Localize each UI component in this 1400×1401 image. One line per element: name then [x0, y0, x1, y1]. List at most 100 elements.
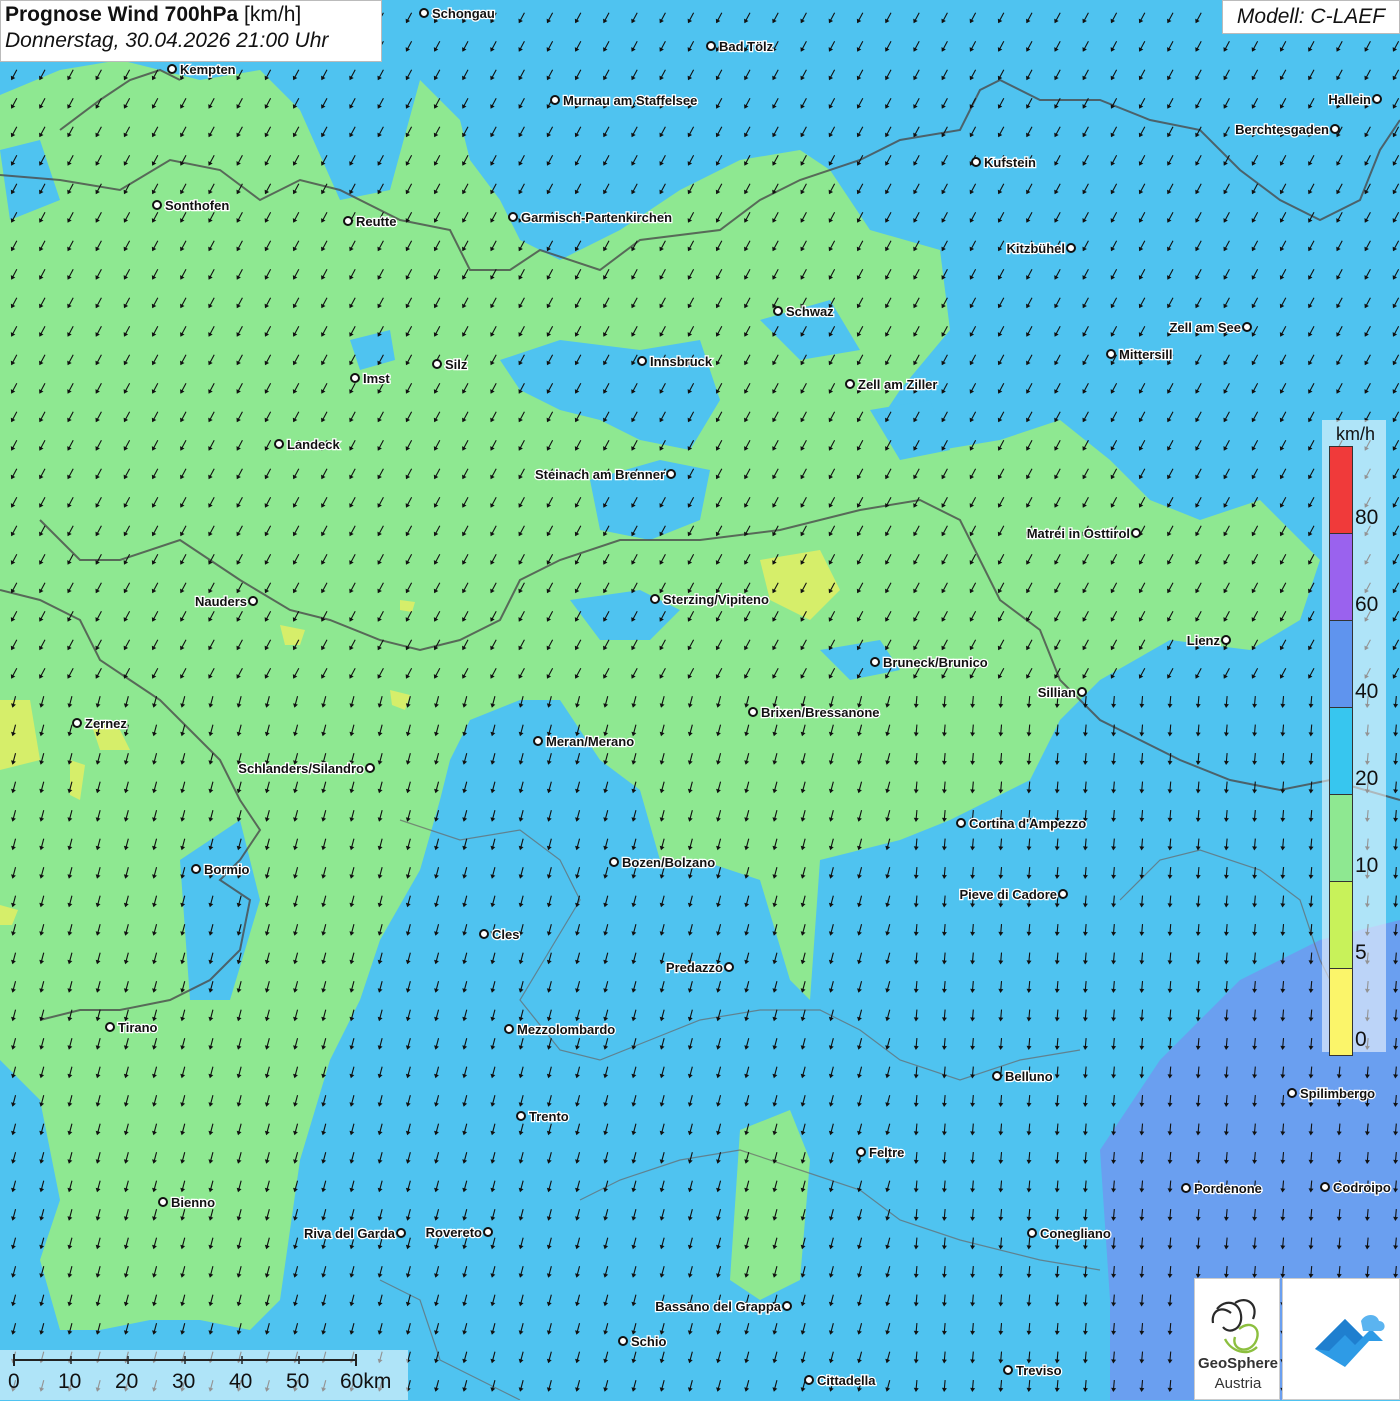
city-marker-dot — [992, 1071, 1002, 1081]
color-legend: km/h 80 60 40 20 10 5 0 — [1322, 420, 1386, 1056]
city-sonthofen[interactable]: Sonthofen — [152, 197, 231, 214]
city-marker-dot — [105, 1022, 115, 1032]
scale-label: 0 — [8, 1370, 20, 1393]
city-sterzing-vipiteno[interactable]: Sterzing/Vipiteno — [650, 591, 770, 608]
city-marker-dot — [274, 439, 284, 449]
city-label: Innsbruck — [650, 354, 713, 369]
legend-band-80 — [1330, 447, 1352, 533]
legend-band-10 — [1330, 794, 1352, 881]
city-label: Bassano del Grappa — [655, 1299, 781, 1314]
city-spilimbergo[interactable]: Spilimbergo — [1287, 1085, 1376, 1102]
city-marker-dot — [1181, 1183, 1191, 1193]
city-marker-dot — [782, 1301, 792, 1311]
city-label: Sillian — [1038, 685, 1076, 700]
scale-label: 50 — [286, 1370, 310, 1393]
city-conegliano[interactable]: Conegliano — [1027, 1225, 1112, 1242]
legend-band-0 — [1330, 968, 1352, 1055]
city-marker-dot — [1066, 243, 1076, 253]
city-riva-del-garda[interactable]: Riva del Garda — [303, 1225, 406, 1242]
geosphere-name: GeoSphere — [1197, 1355, 1279, 1372]
city-innsbruck[interactable]: Innsbruck — [637, 353, 714, 370]
city-label: Pordenone — [1194, 1181, 1262, 1196]
city-berchtesgaden[interactable]: Berchtesgaden — [1234, 121, 1340, 138]
city-zell-am-ziller[interactable]: Zell am Ziller — [845, 376, 939, 393]
city-bassano-del-grappa[interactable]: Bassano del Grappa — [654, 1298, 792, 1315]
city-kitzb-hel[interactable]: Kitzbühel — [1005, 240, 1076, 257]
city-label: Zernez — [85, 716, 127, 731]
city-schongau[interactable]: Schongau — [419, 5, 496, 22]
city-marker-dot — [550, 95, 560, 105]
city-cortina-d-ampezzo[interactable]: Cortina d'Ampezzo — [956, 815, 1088, 832]
legend-unit: km/h — [1336, 424, 1376, 444]
city-label: Bozen/Bolzano — [622, 855, 715, 870]
city-marker-dot — [637, 356, 647, 366]
city-marker-dot — [504, 1024, 514, 1034]
city-murnau-am-staffelsee[interactable]: Murnau am Staffelsee — [550, 92, 699, 109]
city-label: Kitzbühel — [1007, 241, 1066, 256]
title-main: Prognose Wind 700hPa — [5, 3, 239, 26]
city-marker-dot — [1372, 94, 1382, 104]
city-marker-dot — [1058, 889, 1068, 899]
city-marker-dot — [1320, 1182, 1330, 1192]
city-label: Kempten — [180, 62, 236, 77]
city-bozen-bolzano[interactable]: Bozen/Bolzano — [609, 854, 716, 871]
city-label: Cortina d'Ampezzo — [969, 816, 1086, 831]
city-label: Brixen/Bressanone — [761, 705, 880, 720]
city-zell-am-see[interactable]: Zell am See — [1168, 319, 1252, 336]
title-panel: Prognose Wind 700hPa [km/h] Donnerstag, … — [0, 0, 382, 62]
city-label: Tirano — [118, 1020, 158, 1035]
city-marker-dot — [479, 929, 489, 939]
city-meran-merano[interactable]: Meran/Merano — [533, 733, 635, 750]
city-label: Bormio — [204, 862, 250, 877]
city-marker-dot — [773, 306, 783, 316]
scale-label: 60km — [340, 1370, 392, 1393]
wind-map[interactable]: Schongau Bad Tölz Kempten Murnau am Staffel… — [0, 0, 1400, 1400]
city-brixen-bressanone[interactable]: Brixen/Bressanone — [748, 704, 881, 721]
city-marker-dot — [1077, 687, 1087, 697]
legend-label-10: 10 — [1355, 854, 1379, 877]
city-label: Sterzing/Vipiteno — [663, 592, 769, 607]
city-label: Schwaz — [786, 304, 834, 319]
city-label: Mittersill — [1119, 347, 1172, 362]
partner-logo[interactable] — [1282, 1278, 1400, 1400]
city-marker-dot — [1242, 322, 1252, 332]
city-label: Zell am Ziller — [858, 377, 937, 392]
city-schlanders-silandro[interactable]: Schlanders/Silandro — [237, 760, 375, 777]
city-label: Codroipo — [1333, 1180, 1391, 1195]
geosphere-country: Austria — [1214, 1375, 1262, 1392]
city-steinach-am-brenner[interactable]: Steinach am Brenner — [534, 466, 676, 483]
city-mezzolombardo[interactable]: Mezzolombardo — [504, 1021, 617, 1038]
legend-band-40 — [1330, 620, 1352, 707]
city-label: Belluno — [1005, 1069, 1053, 1084]
city-label: Pieve di Cadore — [959, 887, 1057, 902]
city-label: Silz — [445, 357, 468, 372]
city-garmisch-partenkirchen[interactable]: Garmisch-Partenkirchen — [508, 209, 673, 226]
city-pordenone[interactable]: Pordenone — [1181, 1180, 1263, 1197]
city-marker-dot — [343, 216, 353, 226]
city-marker-dot — [748, 707, 758, 717]
city-label: Schio — [631, 1334, 666, 1349]
legend-color-bar — [1329, 446, 1353, 1056]
legend-band-60 — [1330, 533, 1352, 620]
city-bruneck-brunico[interactable]: Bruneck/Brunico — [870, 654, 989, 671]
city-pieve-di-cadore[interactable]: Pieve di Cadore — [958, 886, 1068, 903]
city-label: Meran/Merano — [546, 734, 634, 749]
city-matrei-in-osttirol[interactable]: Matrei in Osttirol — [1025, 525, 1141, 542]
city-label: Reutte — [356, 214, 396, 229]
city-label: Riva del Garda — [304, 1226, 396, 1241]
city-label: Murnau am Staffelsee — [563, 93, 697, 108]
legend-label-40: 40 — [1355, 680, 1379, 703]
mountain-cloud-icon — [1315, 1315, 1385, 1367]
city-label: Spilimbergo — [1300, 1086, 1375, 1101]
city-label: Kufstein — [984, 155, 1036, 170]
city-marker-dot — [167, 64, 177, 74]
city-marker-dot — [618, 1336, 628, 1346]
city-predazzo[interactable]: Predazzo — [665, 959, 734, 976]
city-label: Lienz — [1187, 633, 1221, 648]
city-label: Matrei in Osttirol — [1027, 526, 1130, 541]
scale-bar: 0 10 20 30 40 50 60km — [0, 1350, 408, 1400]
legend-label-0: 0 — [1355, 1028, 1367, 1051]
geosphere-logo[interactable]: GeoSphere Austria — [1194, 1278, 1280, 1400]
city-label: Bad Tölz — [719, 39, 774, 54]
title-unit: [km/h] — [238, 3, 302, 26]
